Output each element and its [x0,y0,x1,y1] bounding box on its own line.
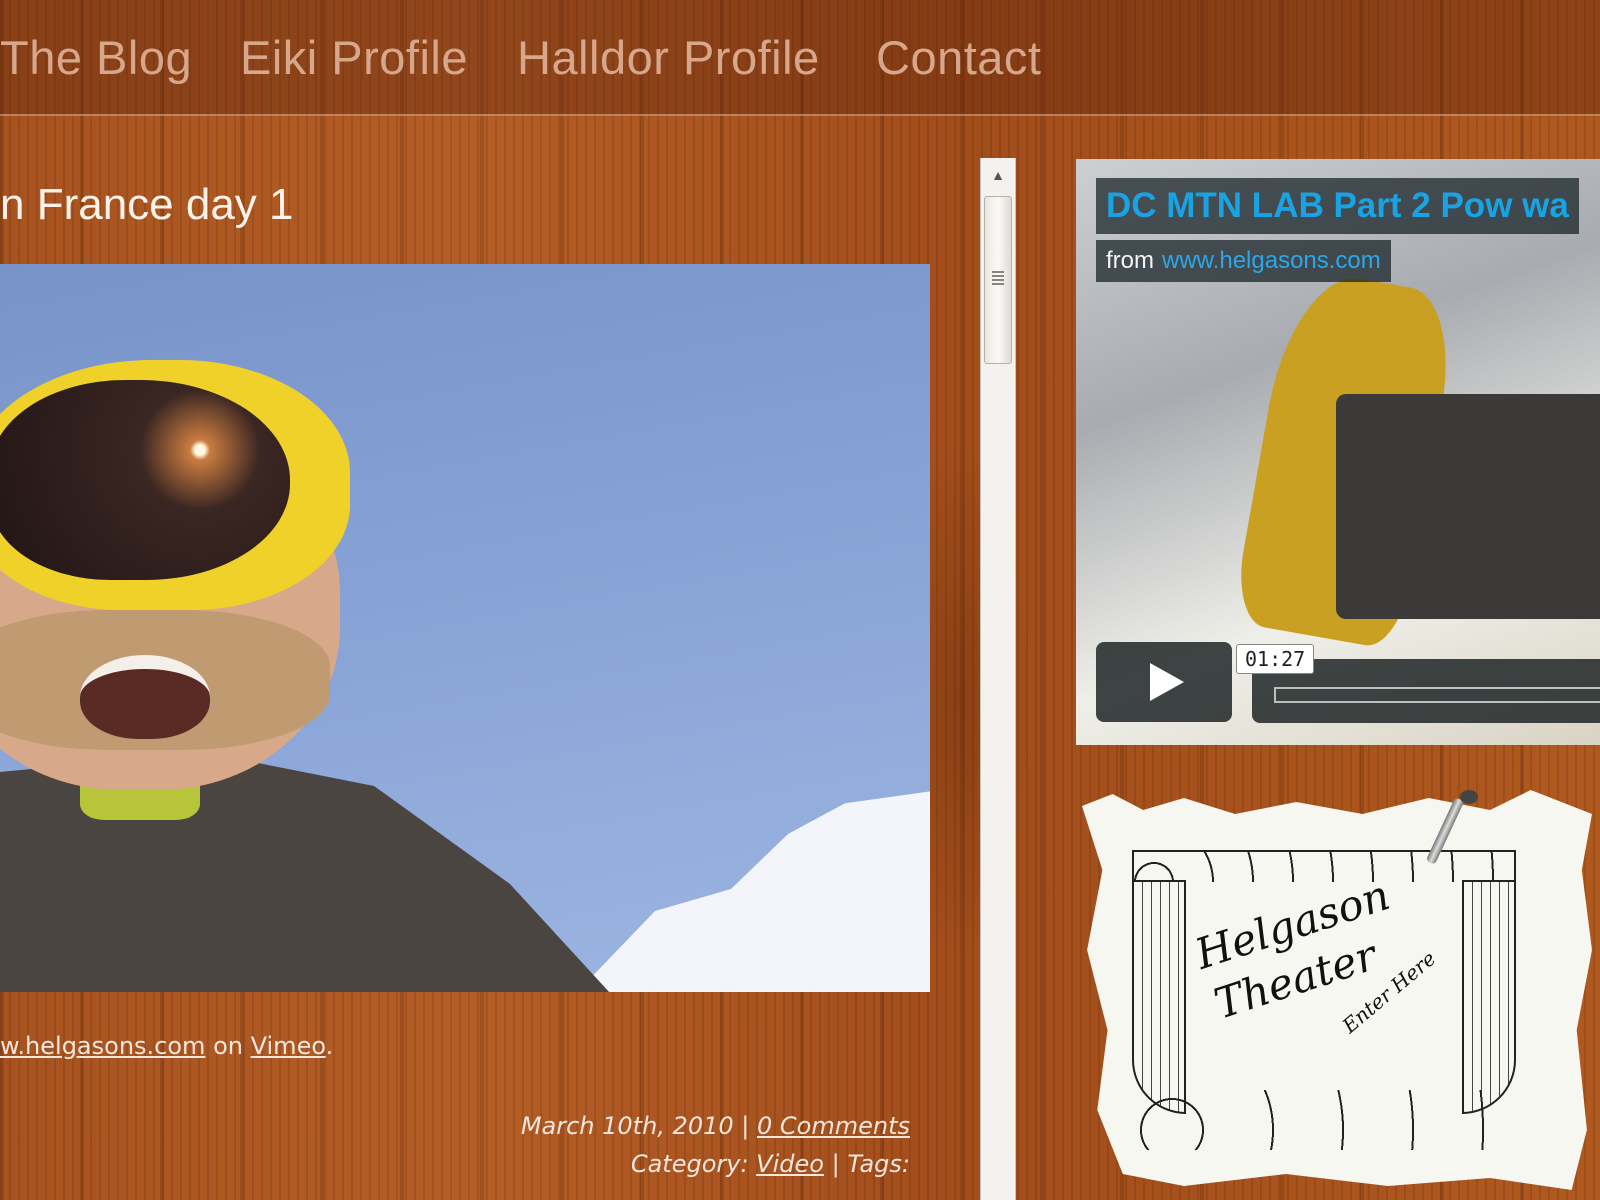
mouth-image [80,655,210,739]
side-video-from: from www.helgasons.com [1096,240,1391,282]
scroll-up-arrow-icon[interactable]: ▲ [981,158,1015,192]
side-video-title[interactable]: DC MTN LAB Part 2 Pow wa [1096,178,1579,234]
tags-label: Tags: [847,1150,910,1178]
nav-the-blog[interactable]: The Blog [0,30,192,85]
helgasons-link[interactable]: w.helgasons.com [0,1032,205,1060]
scrollbar[interactable]: ▲ [980,158,1016,1200]
nail-head-icon [1460,790,1478,804]
top-navigation: The Blog Eiki Profile Halldor Profile Co… [0,0,1600,116]
category-label: Category: [630,1150,749,1178]
goggle-lens-image [0,380,290,580]
grip-icon [992,271,1004,287]
seats-drawing [1137,1090,1512,1150]
vimeo-link[interactable]: Vimeo [251,1032,326,1060]
video-duration: 01:27 [1236,644,1315,674]
category-link[interactable]: Video [756,1150,824,1178]
play-button[interactable] [1096,642,1232,722]
helgason-theater-link[interactable]: Helgason Theater Enter Here [1082,790,1592,1190]
nav-halldor-profile[interactable]: Halldor Profile [517,30,820,85]
caption-end: . [325,1032,334,1060]
post-title[interactable]: n France day 1 [0,180,294,230]
curtain-right-drawing [1462,880,1516,1114]
curtain-left-drawing [1132,880,1186,1114]
post-meta-date: March 10th, 2010 | 0 Comments [521,1112,910,1140]
scroll-thumb[interactable] [984,196,1012,364]
progress-track [1274,687,1600,703]
comments-link[interactable]: 0 Comments [757,1112,910,1140]
post-date: March 10th, 2010 [520,1112,734,1140]
side-video-player[interactable]: DC MTN LAB Part 2 Pow wa from www.helgas… [1076,159,1600,745]
nav-contact[interactable]: Contact [876,30,1041,85]
meta-separator: | [831,1150,840,1178]
from-label: from [1106,247,1154,274]
from-link[interactable]: www.helgasons.com [1162,247,1381,275]
main-video-player[interactable] [0,264,930,992]
snowboard-image [1336,394,1600,619]
video-caption: w.helgasons.com on Vimeo. [0,1032,333,1060]
meta-separator: | [741,1112,750,1140]
nav-eiki-profile[interactable]: Eiki Profile [240,30,468,85]
post-meta-category: Category: Video | Tags: [631,1150,910,1178]
play-icon [1150,663,1184,701]
curtain-top-drawing [1132,850,1516,882]
mountain-image [560,790,930,992]
caption-on: on [213,1032,243,1060]
